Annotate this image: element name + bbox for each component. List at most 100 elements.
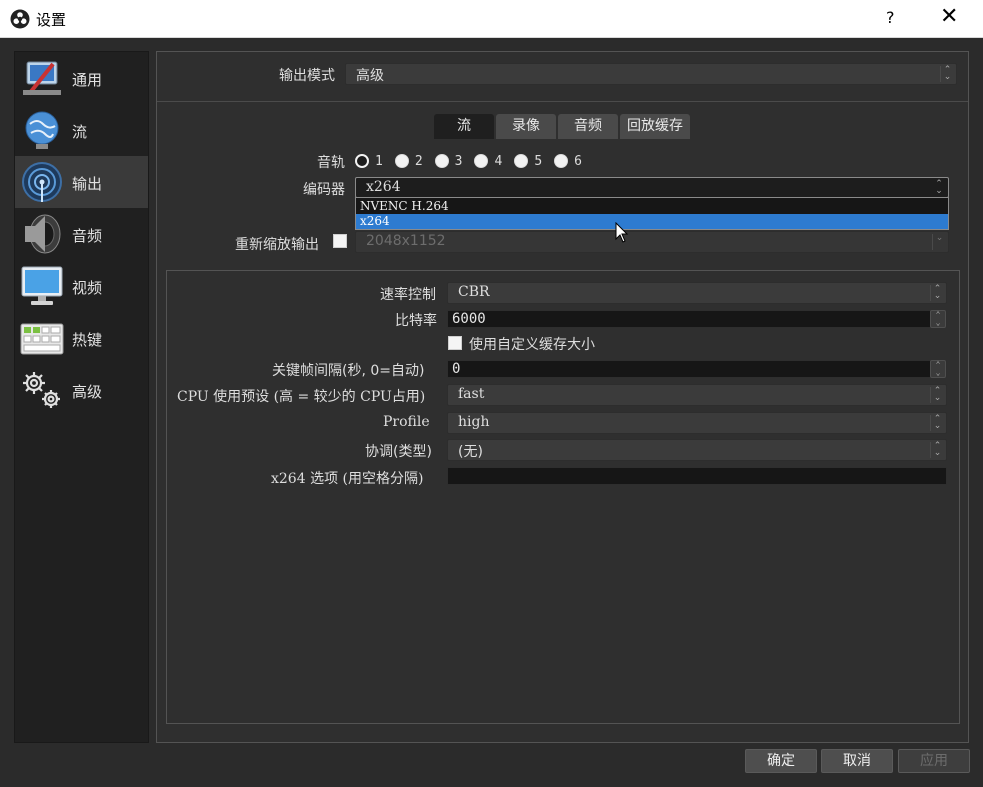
radio-dot xyxy=(514,154,529,168)
cpu-preset-label: CPU 使用预设 (高 = 较少的 CPU占用) xyxy=(177,389,426,405)
tune-label: 协调(类型) xyxy=(365,444,432,460)
updown-arrows-icon: ⌃ ⌄ xyxy=(930,442,944,458)
audio-track-radio-2[interactable]: 2 xyxy=(394,153,423,169)
audio-track-radio-5[interactable]: 5 xyxy=(514,154,542,169)
cpu-preset-select[interactable]: fast ⌃ ⌄ xyxy=(447,384,947,406)
encoder-dropdown-list: NVENC H.264 x264 xyxy=(355,197,949,230)
encoder-option-x264[interactable]: x264 xyxy=(356,214,948,229)
radio-dot xyxy=(474,154,489,168)
radio-label: 4 xyxy=(494,153,503,169)
advanced-icon xyxy=(23,372,60,408)
encoder-label: 编码器 xyxy=(303,182,345,198)
tab-recording[interactable]: 录像 xyxy=(496,114,556,139)
audio-track-radio-1[interactable]: 1 xyxy=(355,154,383,169)
sidebar-item-label: 通用 xyxy=(72,71,103,89)
settings-sidebar: 通用 流 输出 音频 视频 热键 高级 xyxy=(14,51,149,743)
updown-arrows-icon: ⌃ ⌄ xyxy=(930,285,944,301)
encoder-settings-panel: 速率控制 CBR ⌃ ⌄ 比特率 6000 ⌃ ⌄ 使用自定义缓存大小 关键帧间隔(… xyxy=(166,270,960,724)
sidebar-item-label: 热键 xyxy=(72,331,103,349)
keyframe-interval-spinbox[interactable]: 0 ⌃ ⌄ xyxy=(447,360,947,378)
rate-control-select[interactable]: CBR ⌃ ⌄ xyxy=(447,282,947,304)
profile-value: high xyxy=(458,414,490,430)
sidebar-item-stream[interactable]: 流 xyxy=(15,104,148,156)
rate-control-label: 速率控制 xyxy=(380,287,436,303)
radio-dot xyxy=(554,154,569,168)
cancel-button[interactable]: 取消 xyxy=(821,749,893,773)
window-title: 设置 xyxy=(36,11,67,29)
x264-options-label: x264 选项 (用空格分隔) xyxy=(271,471,424,487)
tune-value: (无) xyxy=(458,444,483,460)
rescale-output-checkbox[interactable] xyxy=(333,234,347,248)
spin-arrows-icon[interactable]: ⌃ ⌄ xyxy=(930,310,946,328)
sidebar-item-label: 高级 xyxy=(72,383,103,401)
apply-button[interactable]: 应用 xyxy=(898,749,970,773)
radio-label: 5 xyxy=(534,153,543,169)
x264-options-input[interactable] xyxy=(447,467,947,485)
sidebar-item-label: 音频 xyxy=(72,227,103,245)
tab-stream[interactable]: 流 xyxy=(434,114,494,139)
custom-buffer-label: 使用自定义缓存大小 xyxy=(469,337,595,353)
bitrate-value: 6000 xyxy=(452,311,486,327)
tab-audio[interactable]: 音频 xyxy=(558,114,618,139)
radio-dot xyxy=(394,154,409,168)
custom-buffer-checkbox[interactable] xyxy=(448,336,462,350)
sidebar-item-audio[interactable]: 音频 xyxy=(15,208,148,260)
encoder-value: x264 xyxy=(366,179,401,195)
sidebar-item-output[interactable]: 输出 xyxy=(15,156,148,208)
rate-control-value: CBR xyxy=(458,284,490,300)
ok-button[interactable]: 确定 xyxy=(745,749,817,773)
encoder-select[interactable]: x264 ⌃ ⌄ xyxy=(355,177,949,198)
updown-arrows-icon: ⌃ ⌄ xyxy=(935,179,943,196)
radio-dot xyxy=(355,154,369,168)
radio-label: 3 xyxy=(454,153,463,169)
sidebar-item-general[interactable]: 通用 xyxy=(15,52,148,104)
radio-label: 2 xyxy=(414,153,423,169)
rescale-output-label: 重新缩放输出 xyxy=(235,237,319,253)
spin-arrows-icon[interactable]: ⌃ ⌄ xyxy=(930,360,946,378)
keyframe-interval-label: 关键帧间隔(秒, 0=自动) xyxy=(272,363,425,379)
bitrate-spinbox[interactable]: 6000 ⌃ ⌄ xyxy=(447,310,947,328)
keyframe-interval-value: 0 xyxy=(452,361,461,377)
tune-select[interactable]: (无) ⌃ ⌄ xyxy=(447,439,947,461)
tab-replay-buffer[interactable]: 回放缓存 xyxy=(620,114,690,139)
sidebar-item-label: 输出 xyxy=(72,175,103,193)
profile-label: Profile xyxy=(383,414,430,430)
radio-dot xyxy=(434,154,449,168)
video-icon xyxy=(21,266,63,305)
output-settings-panel: 输出模式 高级 ⌃ ⌄ 流 录像 音频 回放缓存 音轨 1 2 3 4 5 6 编… xyxy=(156,51,969,743)
audio-track-radio-6[interactable]: 6 xyxy=(554,154,582,169)
radio-label: 1 xyxy=(375,153,383,169)
output-mode-section: 输出模式 高级 ⌃ ⌄ xyxy=(157,52,968,102)
chevron-down-icon: ⌄ xyxy=(932,234,946,250)
help-button[interactable]: ? xyxy=(886,8,895,27)
profile-select[interactable]: high ⌃ ⌄ xyxy=(447,412,947,434)
sidebar-item-hotkeys[interactable]: 热键 xyxy=(15,312,148,364)
rescale-resolution-select: 2048x1152 ⌄ xyxy=(355,231,949,253)
general-icon xyxy=(23,61,61,96)
updown-arrows-icon: ⌃ ⌄ xyxy=(930,387,944,403)
obs-logo-icon xyxy=(10,9,30,29)
updown-arrows-icon: ⌃ ⌄ xyxy=(940,66,954,82)
rescale-resolution-value: 2048x1152 xyxy=(366,233,446,249)
output-mode-value: 高级 xyxy=(356,68,384,84)
audio-track-radio-4[interactable]: 4 xyxy=(474,154,502,169)
stream-icon xyxy=(25,111,59,149)
sidebar-item-label: 视频 xyxy=(72,279,103,297)
output-icon xyxy=(22,162,62,202)
audio-track-radio-group: 1 2 3 4 5 6 xyxy=(355,152,594,170)
output-mode-label: 输出模式 xyxy=(279,68,335,84)
hotkeys-icon xyxy=(20,323,64,355)
encoder-option-nvenc[interactable]: NVENC H.264 xyxy=(356,199,948,214)
sidebar-item-advanced[interactable]: 高级 xyxy=(15,364,148,416)
radio-label: 6 xyxy=(574,153,582,169)
sidebar-item-video[interactable]: 视频 xyxy=(15,260,148,312)
cpu-preset-value: fast xyxy=(458,386,485,402)
mouse-pointer-icon xyxy=(615,222,629,243)
sidebar-item-label: 流 xyxy=(72,123,88,141)
bitrate-label: 比特率 xyxy=(395,313,437,329)
close-button[interactable]: ✕ xyxy=(940,4,958,29)
output-mode-select[interactable]: 高级 ⌃ ⌄ xyxy=(345,63,957,85)
updown-arrows-icon: ⌃ ⌄ xyxy=(930,415,944,431)
title-bar: 设置 ? ✕ xyxy=(0,0,983,38)
audio-track-radio-3[interactable]: 3 xyxy=(434,153,463,169)
